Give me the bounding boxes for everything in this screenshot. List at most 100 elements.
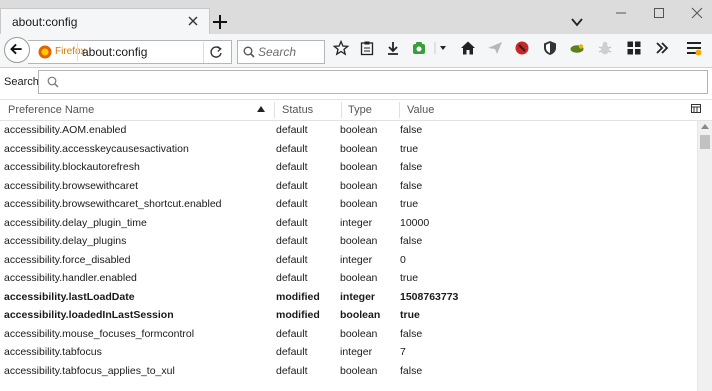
maximize-icon[interactable]: [648, 4, 670, 22]
type-cell: boolean: [340, 179, 378, 192]
column-header-type[interactable]: Type: [348, 100, 398, 120]
sort-ascending-icon: [257, 106, 265, 112]
url-divider: [203, 42, 204, 63]
table-row[interactable]: accessibility.browsewithcaret_shortcut.e…: [0, 195, 697, 214]
preference-name-cell: accessibility.delay_plugin_time: [4, 216, 147, 229]
tab-title: about:config: [12, 15, 78, 29]
column-picker-icon[interactable]: [690, 103, 702, 115]
status-cell: default: [276, 198, 308, 210]
column-header-value[interactable]: Value: [407, 100, 677, 120]
preference-name-cell: accessibility.handler.enabled: [4, 272, 137, 284]
column-separator[interactable]: [341, 102, 342, 118]
status-cell: default: [276, 253, 308, 266]
close-icon[interactable]: [186, 13, 200, 29]
table-row[interactable]: accessibility.loadedInLastSession modifie…: [0, 306, 697, 325]
table-row[interactable]: accessibility.tabfocus_applies_to_xul def…: [0, 362, 697, 381]
arrow-left-icon: [10, 43, 22, 55]
table-row[interactable]: accessibility.tabfocus default integer 7: [0, 343, 697, 362]
url-bar[interactable]: Firefox about:config: [28, 40, 232, 64]
bug-icon[interactable]: [597, 40, 613, 56]
minimize-icon[interactable]: [610, 4, 632, 22]
download-icon[interactable]: [385, 40, 401, 56]
table-header: Preference Name Status Type Value: [0, 99, 712, 121]
type-cell: boolean: [340, 309, 381, 321]
preferences-table: accessibility.AOM.enabled default boolean f…: [0, 121, 697, 391]
config-search-row: Search:: [0, 68, 712, 98]
value-cell: false: [400, 124, 423, 136]
type-cell: boolean: [340, 235, 378, 247]
window-close-icon[interactable]: [686, 4, 708, 22]
plus-icon[interactable]: [210, 12, 230, 32]
url-text[interactable]: about:config: [82, 45, 147, 59]
column-header-status[interactable]: Status: [282, 100, 338, 120]
preference-name-cell: accessibility.AOM.enabled: [4, 124, 127, 136]
table-row[interactable]: accessibility.mouse_focuses_formcontrol d…: [0, 325, 697, 344]
config-search-input[interactable]: [38, 70, 708, 94]
status-cell: default: [276, 327, 308, 340]
status-cell: default: [276, 179, 308, 192]
send-icon[interactable]: [487, 40, 503, 56]
url-separator: [77, 43, 78, 61]
scrollbar-thumb[interactable]: [700, 135, 710, 149]
value-cell: 7: [400, 346, 406, 358]
clipboard-icon[interactable]: [359, 40, 375, 56]
column-separator[interactable]: [274, 102, 275, 118]
grid-icon[interactable]: [626, 40, 642, 56]
vertical-scrollbar[interactable]: [697, 121, 712, 391]
preference-name-cell: accessibility.force_disabled: [4, 253, 131, 266]
column-header-preference-name[interactable]: Preference Name: [8, 100, 270, 120]
value-cell: true: [400, 309, 420, 321]
table-row[interactable]: accessibility.delay_plugin_time default in…: [0, 214, 697, 233]
preference-name-cell: accessibility.browsewithcaret: [4, 179, 139, 192]
type-cell: boolean: [340, 142, 378, 155]
table-row[interactable]: accessibility.delay_plugins default boolea…: [0, 232, 697, 251]
value-cell: 1508763773: [400, 290, 459, 303]
back-button[interactable]: [4, 37, 30, 63]
value-cell: 0: [400, 253, 406, 266]
type-cell: boolean: [340, 364, 378, 377]
type-cell: boolean: [340, 327, 378, 340]
chevron-down-icon[interactable]: [570, 15, 584, 29]
preference-name-cell: accessibility.accesskeycausesactivation: [4, 142, 189, 155]
type-cell: boolean: [340, 124, 378, 136]
search-icon: [47, 76, 59, 88]
status-cell: default: [276, 142, 308, 155]
tab-strip: about:config: [0, 0, 712, 35]
star-icon[interactable]: [333, 40, 349, 56]
value-cell: true: [400, 142, 419, 155]
table-row[interactable]: accessibility.browsewithcaret default bool…: [0, 177, 697, 196]
shield-icon[interactable]: [542, 40, 558, 56]
reload-icon[interactable]: [209, 45, 223, 59]
table-row[interactable]: accessibility.handler.enabled default bool…: [0, 269, 697, 288]
table-row[interactable]: accessibility.force_disabled default integ…: [0, 251, 697, 270]
value-cell: true: [400, 272, 419, 284]
status-cell: default: [276, 216, 308, 229]
table-row[interactable]: accessibility.AOM.enabled default boolean f…: [0, 121, 697, 140]
type-cell: integer: [340, 290, 376, 303]
preference-name-cell: accessibility.loadedInLastSession: [4, 309, 174, 321]
search-placeholder: Search: [258, 45, 297, 59]
status-cell: modified: [276, 290, 320, 303]
value-cell: false: [400, 364, 423, 377]
scroll-up-icon[interactable]: [701, 124, 709, 129]
preference-name-cell: accessibility.tabfocus: [4, 346, 102, 358]
preference-name-cell: accessibility.browsewithcaret_shortcut.e…: [4, 198, 222, 210]
menu-icon[interactable]: [686, 40, 702, 56]
home-icon[interactable]: [460, 40, 476, 56]
table-row[interactable]: accessibility.lastLoadDate modified intege…: [0, 288, 697, 307]
status-cell: default: [276, 346, 308, 358]
search-bar[interactable]: Search: [237, 40, 325, 64]
addon-icon[interactable]: [411, 40, 427, 56]
record-icon[interactable]: [514, 40, 530, 56]
status-cell: modified: [276, 309, 320, 321]
preference-name-cell: accessibility.delay_plugins: [4, 235, 127, 247]
table-row[interactable]: accessibility.blockautorefresh default boo…: [0, 158, 697, 177]
column-separator[interactable]: [399, 102, 400, 118]
overflow-icon[interactable]: [654, 40, 670, 56]
value-cell: false: [400, 161, 423, 173]
tab-about-config[interactable]: about:config: [0, 8, 210, 35]
bird-icon[interactable]: [569, 40, 585, 56]
type-cell: boolean: [340, 161, 378, 173]
table-row[interactable]: accessibility.accesskeycausesactivation d…: [0, 140, 697, 159]
dropdown-icon[interactable]: [434, 40, 450, 56]
